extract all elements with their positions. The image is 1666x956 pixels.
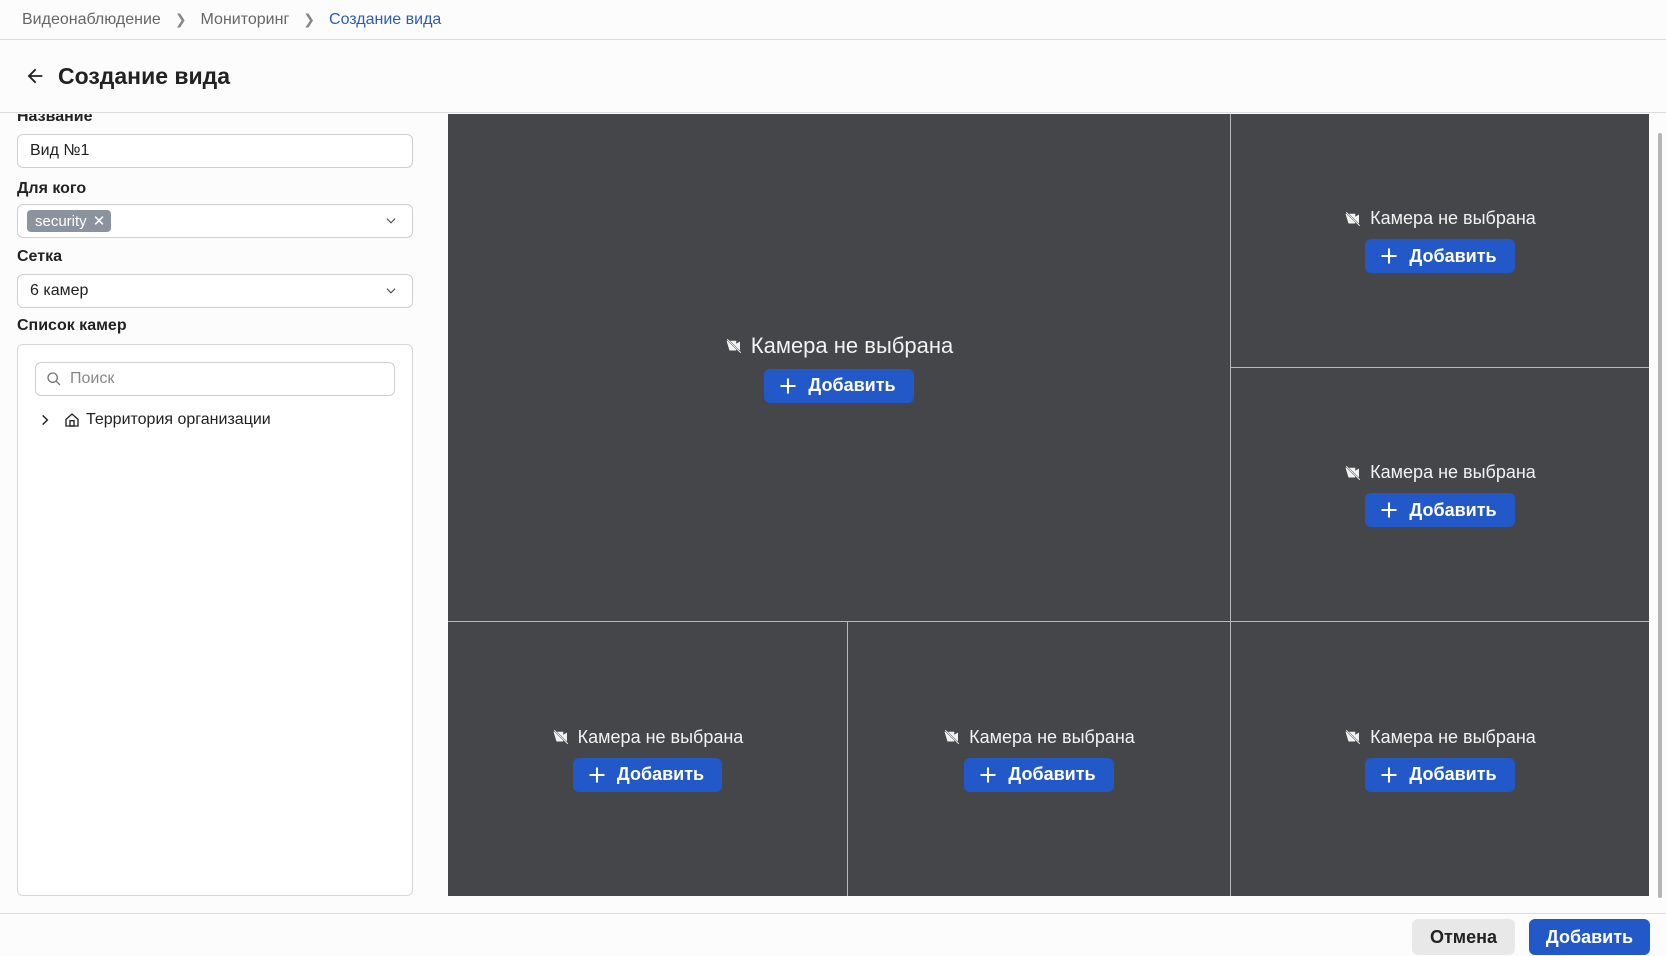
- for-whom-select[interactable]: security ✕: [17, 204, 413, 238]
- name-field[interactable]: Вид №1: [17, 134, 413, 168]
- grid-cell-2: Камера не выбрана Добавить: [1231, 114, 1649, 367]
- plus-icon: [1381, 502, 1397, 518]
- add-camera-label: Добавить: [1008, 764, 1096, 784]
- camera-grid: Камера не выбрана Добавить Камера не выб…: [448, 114, 1649, 896]
- grid-divider: [448, 621, 1649, 622]
- add-camera-label: Добавить: [808, 375, 896, 395]
- tree-item-label: Территория организации: [86, 411, 271, 428]
- add-camera-button[interactable]: Добавить: [764, 368, 914, 403]
- add-camera-label: Добавить: [1409, 499, 1497, 520]
- footer-actions: Отмена Добавить: [0, 913, 1666, 956]
- chevron-right-icon: ❯: [174, 11, 187, 27]
- name-value: Вид №1: [30, 142, 90, 159]
- grid-divider: [847, 622, 848, 896]
- camera-off-icon: [1345, 211, 1361, 226]
- grid-divider: [1230, 114, 1231, 896]
- plus-icon: [1381, 767, 1397, 782]
- submit-button[interactable]: Добавить: [1529, 919, 1650, 955]
- add-camera-label: Добавить: [1409, 764, 1497, 784]
- cell-message: Камера не выбрана: [725, 333, 953, 359]
- cancel-button[interactable]: Отмена: [1412, 919, 1515, 955]
- search-box[interactable]: [35, 362, 395, 396]
- cell-message: Камера не выбрана: [552, 726, 744, 748]
- cell-message-text: Камера не выбрана: [969, 726, 1135, 747]
- cell-message-text: Камера не выбрана: [750, 332, 954, 358]
- home-icon: [65, 413, 79, 427]
- grid-cell-4: Камера не выбрана Добавить: [448, 622, 847, 896]
- cell-message: Камера не выбрана: [943, 727, 1135, 748]
- for-whom-label: Для кого: [17, 180, 87, 197]
- camera-list: Территория организации: [17, 344, 413, 896]
- add-camera-label: Добавить: [1409, 245, 1497, 266]
- grid-cell-3: Камера не выбрана Добавить: [1231, 368, 1649, 621]
- cell-message-text: Камера не выбрана: [1370, 462, 1536, 482]
- plus-icon: [1381, 248, 1397, 264]
- arrow-left-icon[interactable]: [24, 65, 46, 87]
- plus-icon: [780, 378, 796, 393]
- settings-panel: Название Вид №1 Для кого security ✕ Сетк…: [0, 114, 438, 912]
- scrollbar[interactable]: [1658, 133, 1662, 898]
- page-title: Создание вида: [58, 62, 231, 89]
- chevron-down-icon[interactable]: [384, 214, 398, 228]
- role-chip-label: security: [35, 212, 87, 230]
- name-label: Название: [17, 114, 93, 125]
- breadcrumb-item-monitoring[interactable]: Мониторинг: [201, 11, 290, 29]
- add-camera-button[interactable]: Добавить: [1365, 493, 1515, 527]
- chevron-right-icon: ❯: [303, 11, 316, 27]
- grid-select[interactable]: 6 камер: [17, 274, 413, 308]
- breadcrumb-item-current: Создание вида: [329, 10, 442, 28]
- camera-off-icon: [1345, 729, 1361, 745]
- add-camera-button[interactable]: Добавить: [572, 757, 723, 792]
- cell-message-text: Камера не выбрана: [577, 726, 744, 747]
- cell-message: Камера не выбрана: [1344, 727, 1536, 748]
- grid-cell-5: Камера не выбрана Добавить: [848, 622, 1230, 896]
- role-chip: security ✕: [27, 210, 112, 232]
- camera-list-label: Список камер: [17, 317, 127, 334]
- breadcrumb: Видеонаблюдение ❯ Мониторинг ❯ Создание …: [0, 0, 1666, 40]
- grid-divider: [1231, 367, 1649, 368]
- add-camera-label: Добавить: [616, 764, 705, 784]
- chevron-down-icon[interactable]: [384, 284, 398, 298]
- camera-off-icon: [1345, 465, 1361, 480]
- cell-message-text: Камера не выбрана: [1370, 726, 1536, 747]
- page-header: Создание вида: [0, 40, 1666, 113]
- close-icon[interactable]: ✕: [93, 212, 106, 230]
- grid-cell-6: Камера не выбрана Добавить: [1231, 622, 1649, 896]
- cell-message: Камера не выбрана: [1344, 462, 1536, 483]
- breadcrumb-item-video[interactable]: Видеонаблюдение: [22, 11, 161, 29]
- plus-icon: [589, 767, 605, 782]
- camera-off-icon: [944, 729, 960, 745]
- grid-value: 6 камер: [30, 282, 89, 299]
- cell-message-text: Камера не выбрана: [1370, 208, 1536, 228]
- camera-off-icon: [553, 729, 569, 745]
- camera-off-icon: [726, 338, 742, 353]
- search-icon: [47, 372, 61, 386]
- grid-label: Сетка: [17, 248, 62, 265]
- plus-icon: [980, 767, 996, 782]
- grid-cell-1: Камера не выбрана Добавить: [448, 114, 1230, 621]
- add-camera-button[interactable]: Добавить: [1365, 757, 1515, 792]
- search-input[interactable]: [68, 369, 372, 389]
- chevron-right-icon[interactable]: [38, 413, 52, 427]
- add-camera-button[interactable]: Добавить: [1365, 239, 1515, 273]
- tree-item-territory[interactable]: Территория организации: [38, 411, 271, 429]
- cell-message: Камера не выбрана: [1344, 208, 1536, 229]
- add-camera-button[interactable]: Добавить: [964, 757, 1114, 792]
